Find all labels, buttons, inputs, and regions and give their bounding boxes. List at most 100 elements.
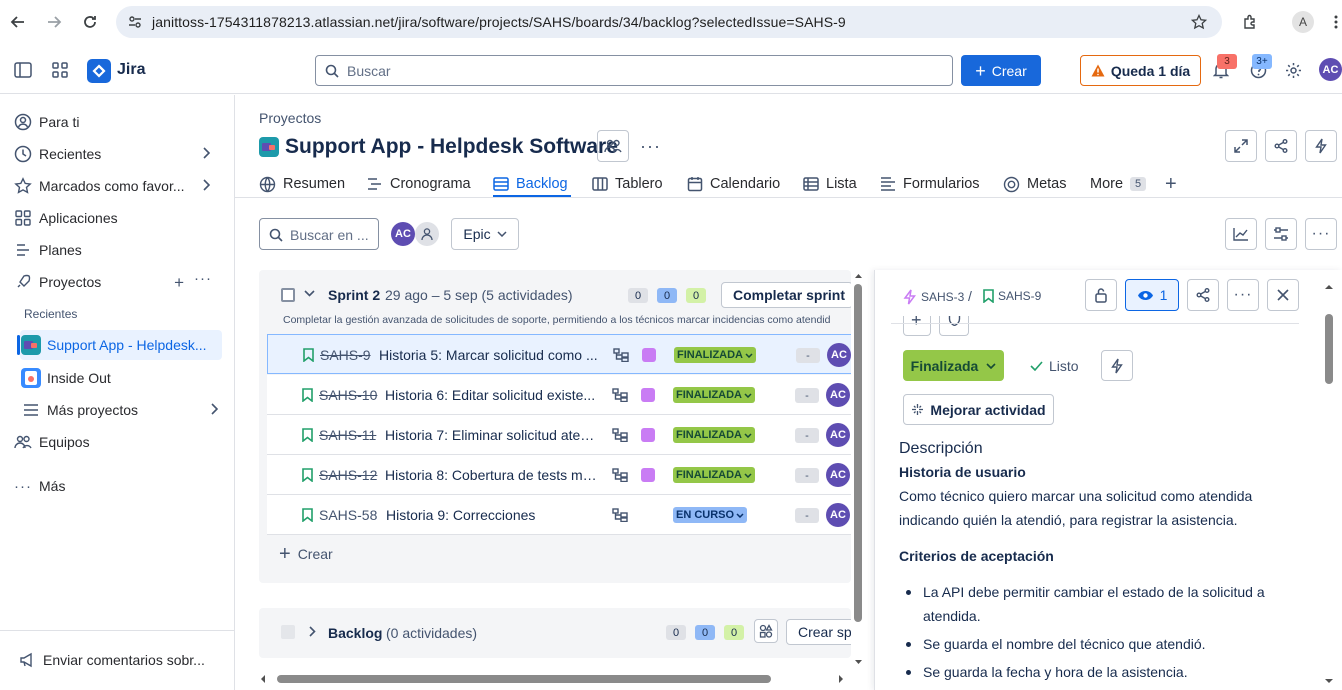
complete-sprint-button[interactable]: Completar sprint	[721, 282, 851, 308]
add-button[interactable]: +	[903, 316, 931, 336]
url-text[interactable]: janittoss-1754311878213.atlassian.net/ji…	[152, 14, 846, 30]
tab-forms[interactable]: Formularios	[880, 170, 980, 198]
status-badge[interactable]: FINALIZADA	[673, 427, 755, 443]
issue-key[interactable]: SAHS-12	[319, 467, 377, 483]
status-badge[interactable]: FINALIZADA	[674, 347, 756, 363]
issue-key[interactable]: SAHS-10	[319, 387, 377, 403]
back-icon[interactable]	[6, 10, 30, 34]
chevron-down-icon[interactable]	[304, 290, 315, 297]
settings-gear-icon[interactable]	[1283, 60, 1303, 80]
extensions-icon[interactable]	[1238, 10, 1262, 34]
sidebar-item-more[interactable]: ··· Más	[12, 471, 224, 501]
site-settings-icon[interactable]	[128, 15, 142, 29]
sidebar-item-teams[interactable]: Equipos	[12, 427, 224, 457]
parent-issue-link[interactable]: SAHS-3	[903, 289, 964, 305]
share-issue-button[interactable]	[1187, 279, 1219, 311]
sidebar-item-apps[interactable]: Aplicaciones	[12, 203, 224, 233]
view-settings-button[interactable]	[1265, 218, 1297, 250]
assignee-avatar[interactable]: AC	[826, 383, 850, 407]
estimate-badge[interactable]: -	[796, 348, 820, 363]
child-issues-icon[interactable]	[613, 348, 629, 362]
global-search-input[interactable]: Buscar	[315, 55, 953, 86]
project-members-button[interactable]	[597, 130, 629, 162]
issue-key[interactable]: SAHS-11	[319, 427, 376, 443]
assignee-avatar[interactable]: AC	[827, 343, 851, 367]
issue-status-button[interactable]: Finalizada	[903, 350, 1004, 381]
close-panel-button[interactable]	[1267, 279, 1299, 311]
sidebar-item-projects[interactable]: Proyectos + ···	[12, 267, 224, 297]
insights-button[interactable]	[1225, 218, 1257, 250]
tab-goals[interactable]: Metas	[1003, 170, 1067, 198]
status-badge[interactable]: EN CURSO	[673, 507, 748, 523]
project-more-icon[interactable]: ···	[640, 136, 661, 157]
estimate-badge[interactable]: -	[795, 468, 819, 483]
estimate-badge[interactable]: -	[795, 508, 819, 523]
child-issues-icon[interactable]	[612, 388, 628, 402]
app-name[interactable]: Jira	[117, 61, 145, 79]
table-row[interactable]: SAHS-10 Historia 6: Editar solicitud exi…	[267, 375, 851, 415]
detail-vertical-scrollbar[interactable]	[1322, 280, 1336, 690]
tab-summary[interactable]: Resumen	[259, 170, 345, 198]
restrictions-button[interactable]	[1085, 279, 1117, 311]
table-row[interactable]: SAHS-9 Historia 5: Marcar solicitud como…	[267, 334, 851, 374]
tab-list[interactable]: Lista	[803, 170, 857, 198]
reload-icon[interactable]	[78, 10, 102, 34]
tab-backlog[interactable]: Backlog	[493, 170, 568, 198]
user-story-text[interactable]: Como técnico quiero marcar una solicitud…	[899, 484, 1299, 532]
child-issues-icon[interactable]	[612, 508, 628, 522]
backlog-name[interactable]: Backlog	[328, 625, 382, 641]
current-issue-link[interactable]: SAHS-9	[983, 289, 1041, 303]
assignee-avatar[interactable]: AC	[826, 503, 850, 527]
breadcrumb[interactable]: Proyectos	[259, 110, 321, 126]
create-issue-button[interactable]: + Crear	[279, 544, 333, 564]
create-button[interactable]: + Crear	[961, 55, 1041, 86]
add-project-plus-icon[interactable]: +	[174, 273, 184, 293]
assignee-avatar[interactable]: AC	[826, 423, 850, 447]
issue-key[interactable]: SAHS-58	[319, 507, 377, 523]
epic-filter-button[interactable]: Epic	[451, 218, 519, 250]
issue-key[interactable]: SAHS-9	[320, 347, 371, 363]
table-row[interactable]: SAHS-58 Historia 9: Correcciones EN CURS…	[267, 495, 851, 535]
user-avatar[interactable]: AC	[1319, 58, 1342, 81]
sprint-name[interactable]: Sprint 2	[328, 287, 380, 303]
apps-button[interactable]	[939, 316, 969, 336]
send-feedback-button[interactable]: Enviar comentarios sobr...	[16, 645, 228, 675]
table-row[interactable]: SAHS-11 Historia 7: Eliminar solicitud a…	[267, 415, 851, 455]
status-badge[interactable]: FINALIZADA	[673, 387, 755, 403]
sidebar-item-more-projects[interactable]: Más proyectos	[20, 395, 224, 425]
sidebar-toggle-icon[interactable]	[12, 59, 34, 81]
forward-icon[interactable]	[42, 10, 66, 34]
watchers-button[interactable]: 1	[1125, 279, 1179, 311]
sidebar-item-for-you[interactable]: Para ti	[12, 107, 224, 137]
tab-board[interactable]: Tablero	[592, 170, 663, 198]
status-badge[interactable]: FINALIZADA	[673, 467, 755, 483]
sidebar-item-starred[interactable]: Marcados como favor...	[12, 171, 224, 201]
issue-summary[interactable]: Historia 9: Correcciones	[386, 507, 598, 523]
backlog-vertical-scrollbar[interactable]	[853, 272, 864, 668]
automation-button[interactable]	[1305, 130, 1337, 162]
issue-summary[interactable]: Historia 5: Marcar solicitud como ...	[379, 347, 599, 363]
backlog-select-checkbox[interactable]	[281, 625, 295, 639]
child-issues-icon[interactable]	[612, 428, 628, 442]
tab-more[interactable]: More 5	[1090, 170, 1147, 198]
chevron-right-icon[interactable]	[309, 626, 316, 637]
acceptance-criteria-list[interactable]: La API debe permitir cambiar el estado d…	[899, 580, 1299, 688]
sidebar-item-project-support-app[interactable]: Support App - Helpdesk...	[20, 330, 222, 360]
address-bar[interactable]: janittoss-1754311878213.atlassian.net/ji…	[116, 6, 1222, 38]
estimate-badge[interactable]: -	[795, 428, 819, 443]
issue-summary[interactable]: Historia 6: Editar solicitud existe...	[385, 387, 598, 403]
jira-logo-icon[interactable]	[87, 59, 111, 83]
assignee-avatar[interactable]: AC	[826, 463, 850, 487]
tab-calendar[interactable]: Calendario	[687, 170, 780, 198]
sidebar-item-recent[interactable]: Recientes	[12, 139, 224, 169]
sprint-select-checkbox[interactable]	[281, 288, 295, 302]
filter-avatar[interactable]: AC	[391, 222, 415, 246]
tab-timeline[interactable]: Cronograma	[367, 170, 471, 198]
table-row[interactable]: SAHS-12 Historia 8: Cobertura de tests m…	[267, 455, 851, 495]
board-search-input[interactable]: Buscar en ...	[259, 218, 379, 250]
board-more-button[interactable]: ···	[1305, 218, 1337, 250]
bookmark-star-icon[interactable]	[1191, 14, 1207, 30]
sidebar-item-plans[interactable]: Planes	[12, 235, 224, 265]
sidebar-item-project-inside-out[interactable]: Inside Out	[20, 363, 232, 393]
unassigned-avatar-icon[interactable]	[415, 222, 439, 246]
